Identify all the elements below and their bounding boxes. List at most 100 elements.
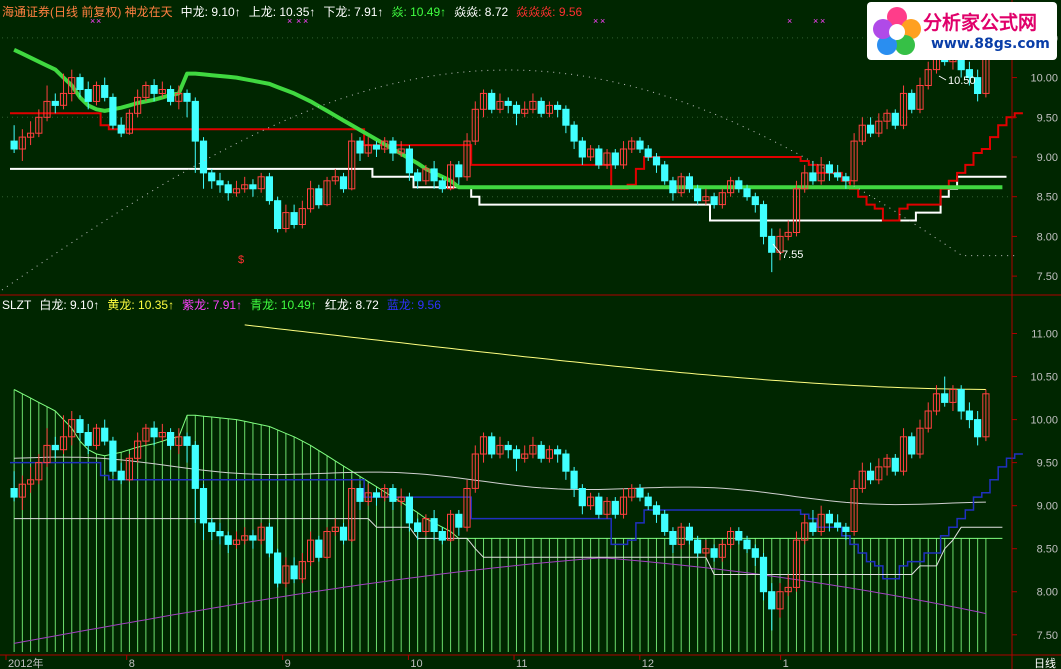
bottom-candle-body (414, 522, 422, 533)
bottom-price-tick: 9.00 (1037, 501, 1058, 513)
top-candle-body (891, 112, 899, 126)
bottom_panel-header-honglong: 红龙: 8.72 (324, 298, 379, 312)
top-candle-body (356, 140, 364, 154)
bottom-candle-body (941, 393, 949, 403)
bottom-price-tick: 10.00 (1030, 415, 1058, 427)
top_panel-header-shanglong: 上龙: 10.35↑ (248, 5, 316, 19)
top-candle-body (537, 100, 545, 114)
top-candle-body (438, 180, 446, 190)
bottom-candle-body (339, 526, 348, 541)
bottom-candle-body (825, 513, 833, 524)
top-candle-body (825, 164, 833, 174)
top-candle-body (652, 156, 661, 166)
bottom-price-tick: 10.50 (1030, 372, 1058, 384)
top-candle-body (274, 200, 282, 229)
top-candle-body (265, 176, 273, 202)
bottom-candle-body (438, 531, 446, 541)
top-price-tick: 10.00 (1030, 73, 1058, 85)
bottom-candle-body (957, 389, 965, 412)
period-label: 日线 (1034, 656, 1056, 669)
top-candle-body (669, 180, 677, 194)
bottom-candle-body (652, 505, 661, 515)
top-candle-body (84, 89, 92, 102)
top-candle-body (611, 152, 619, 166)
top-candle-body (595, 148, 603, 166)
bottom-panel-header: SLZT 白龙: 9.10↑ 黄龙: 10.35↑ 紫龙: 7.91↑ 青龙: 10.4… (2, 296, 449, 313)
bailong-line (14, 456, 986, 506)
top_panel-header-title: 海通证券(日线 前复权) 神龙在天 (2, 5, 173, 19)
top-candle-body (249, 184, 257, 190)
bottom-candle-body (554, 449, 562, 455)
top-candle-body (834, 172, 842, 178)
flower-icon (873, 7, 921, 55)
bottom-candle-body (430, 518, 438, 532)
bottom_panel-header-name: SLZT (2, 298, 32, 312)
bottom-candle-body (183, 436, 191, 446)
bottom_panel-header-qinglong: 青龙: 10.49↑ (250, 298, 317, 312)
bottom-candle-body (10, 488, 18, 498)
bottom-panel-series (10, 324, 1023, 652)
top_panel-header-zhonglong: 中龙: 9.10↑ (180, 5, 241, 19)
top-candle-body (405, 148, 413, 174)
top-candle-body (694, 188, 702, 202)
bottom-candle-body (710, 548, 718, 558)
top-candle-body (224, 184, 232, 194)
x-axis-label: 1 (783, 658, 789, 669)
bottom-candle-body (191, 444, 199, 489)
bottom-candle-body (274, 552, 282, 584)
bottom-candle-body (891, 457, 899, 472)
bottom-candle-body (661, 513, 669, 532)
top-candle-body (315, 188, 323, 206)
top-candle-body (199, 140, 208, 174)
x-axis-label: 11 (516, 658, 527, 669)
top_panel-header-yan1: 焱: 10.49↑ (391, 5, 447, 19)
bottom-price-tick: 9.50 (1037, 458, 1058, 470)
top-candle-body (504, 100, 512, 106)
bottom-price-tick: 11.00 (1031, 329, 1058, 341)
bottom-candle-body (51, 444, 59, 451)
bottom-candle-body (842, 526, 850, 533)
bottom-candle-body (512, 449, 521, 459)
top-candle-body (809, 172, 817, 182)
site-logo: 分析家公式网 www.88gs.com (867, 2, 1057, 60)
top-price-tick: 9.50 (1037, 112, 1058, 124)
top-candle-body (208, 172, 216, 182)
top-candle-body (743, 188, 751, 198)
top-candle-body (150, 85, 158, 94)
top_panel-header-xialong: 下龙: 7.91↑ (323, 5, 384, 19)
bottom-price-tick: 8.50 (1037, 544, 1058, 556)
bottom-candle-body (224, 535, 232, 545)
top-candle-body (562, 108, 570, 126)
top-candle-body (685, 176, 693, 190)
bottom-candle-body (150, 427, 158, 438)
bottom-candle-body (488, 436, 496, 455)
top-panel-header: 海通证券(日线 前复权) 神龙在天 中龙: 9.10↑ 上龙: 10.35↑ 下龙: … (2, 3, 590, 20)
bottom-candle-body (372, 492, 381, 498)
bottom-candle-body (290, 565, 298, 580)
x-axis-label: 8 (129, 658, 135, 669)
bottom-candle-body (537, 444, 545, 459)
high-annotation: 10.50 (948, 75, 976, 87)
top-price-tick: 8.00 (1037, 231, 1058, 243)
top-candle-body (167, 89, 175, 102)
top-candle-body (751, 196, 759, 206)
bottom-candle-body (743, 539, 751, 550)
bottom-candle-body (249, 535, 257, 541)
top-candle-body (512, 104, 521, 114)
bottom-candle-body (117, 470, 125, 481)
bottom-candle-body (644, 496, 652, 507)
stock-chart[interactable]: 10.507.55$×××××××××× 10.5010.009.509.008… (0, 0, 1061, 669)
bottom-candle-body (636, 488, 644, 498)
top-candle-body (51, 100, 59, 106)
x-axis-label: 12 (642, 658, 654, 669)
signal-x-marker: × (600, 16, 605, 26)
top-candle-body (570, 124, 578, 142)
x-axis-label: 10 (410, 658, 422, 669)
top-candle-body (554, 104, 562, 110)
top-candle-body (389, 140, 397, 154)
high-pointer (938, 75, 947, 81)
top-candle-body (290, 212, 298, 226)
bottom-candle-body (611, 500, 619, 515)
top-candle-body (109, 96, 117, 126)
logo-url: www.88gs.com (931, 36, 1050, 52)
